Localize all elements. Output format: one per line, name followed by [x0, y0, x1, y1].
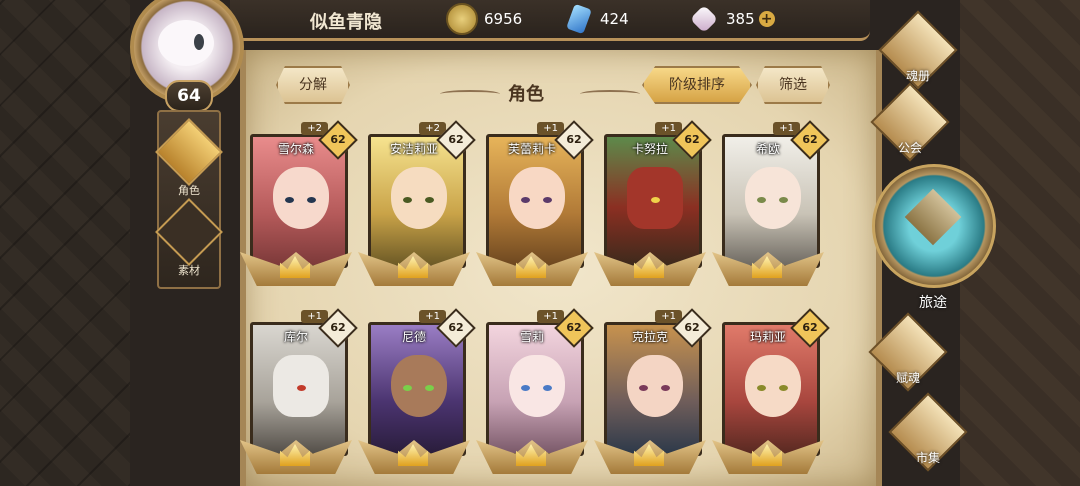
soulbook-button[interactable]: 魂册 [876, 10, 960, 90]
hero-face [745, 355, 801, 417]
white-crystal-icon [689, 4, 719, 34]
market-label: 市集 [915, 451, 940, 465]
white-crystal-value: 385 [726, 10, 755, 28]
avatar-portrait [158, 20, 214, 66]
guild-label: 公会 [897, 141, 922, 155]
hero-card[interactable]: 玛莉亚 62 [712, 308, 830, 474]
hero-eye [779, 385, 788, 391]
hero-card[interactable]: 克拉克 +1 62 [594, 308, 712, 474]
hero-level: 62 [684, 133, 700, 146]
hero-card[interactable]: 芙蕾莉卡 +1 62 [476, 120, 594, 286]
hero-eye [661, 385, 670, 391]
add-crystal-button[interactable]: + [758, 11, 775, 27]
journey-icon [904, 188, 962, 246]
tab-material[interactable]: 素材 [155, 198, 223, 277]
hero-card[interactable]: 雪莉 +1 62 [476, 308, 594, 474]
hero-face [627, 355, 683, 417]
hero-eye [403, 385, 412, 391]
material-icon [155, 198, 223, 266]
sort-by-rank-button[interactable]: 阶级排序 [642, 66, 752, 104]
hero-eye [521, 197, 530, 203]
hero-eye [543, 197, 552, 203]
talent-label: 赋魂 [895, 371, 920, 385]
gold-resource[interactable]: 6956 [446, 3, 523, 35]
player-level-badge: 64 [165, 80, 213, 112]
tab-character[interactable]: 角色 [155, 118, 223, 197]
title-ornament-left [440, 90, 500, 98]
white-crystal-resource[interactable]: 385 + [689, 4, 775, 34]
hero-face [391, 167, 447, 229]
top-resource-bar: 似鱼青隐 6956 424 385 + [230, 0, 870, 41]
blue-crystal-icon [566, 3, 592, 35]
hero-eye [425, 385, 434, 391]
hero-eye [425, 197, 434, 203]
hero-level: 62 [684, 321, 700, 334]
left-border-decor [0, 0, 130, 486]
hero-eye [651, 197, 660, 203]
hero-level: 62 [566, 321, 582, 334]
avatar-eye [194, 34, 204, 50]
hero-eye [307, 197, 316, 203]
hero-level: 62 [448, 321, 464, 334]
hero-eye [285, 197, 294, 203]
market-button[interactable]: 市集 [886, 392, 970, 472]
hero-card[interactable]: 安洁莉亚 +2 62 [358, 120, 476, 286]
journey-label: 旅途 [919, 295, 947, 311]
hero-level: 62 [802, 321, 818, 334]
character-icon [155, 118, 223, 186]
hero-eye [543, 385, 552, 391]
player-name: 似鱼青隐 [310, 12, 382, 33]
gold-value: 6956 [484, 10, 523, 28]
hero-level: 62 [330, 133, 346, 146]
hero-eye [757, 385, 766, 391]
filter-button[interactable]: 筛选 [756, 66, 830, 104]
page-title: 角色 [508, 84, 544, 105]
hero-eye [521, 385, 530, 391]
hero-card[interactable]: 雪尔森 +2 62 [240, 120, 358, 286]
blue-crystal-resource[interactable]: 424 [566, 3, 629, 35]
journey-button[interactable] [872, 164, 996, 288]
hero-face [745, 167, 801, 229]
hero-eye [403, 197, 412, 203]
hero-eye [297, 385, 306, 391]
hero-card[interactable]: 希欧 +1 62 [712, 120, 830, 286]
hero-face [391, 355, 447, 417]
hero-eye [639, 385, 648, 391]
hero-face [273, 167, 329, 229]
hero-face [509, 167, 565, 229]
decompose-button[interactable]: 分解 [276, 66, 350, 104]
hero-face [509, 355, 565, 417]
hero-card[interactable]: 尼德 +1 62 [358, 308, 476, 474]
hero-card[interactable]: 卡努拉 +1 62 [594, 120, 712, 286]
hero-level: 62 [330, 321, 346, 334]
talent-button[interactable]: 赋魂 [866, 312, 950, 392]
guild-button[interactable]: 公会 [868, 82, 952, 162]
hero-level: 62 [448, 133, 464, 146]
category-tabs: 角色 素材 [155, 110, 223, 289]
hero-eye [779, 197, 788, 203]
blue-crystal-value: 424 [600, 10, 629, 28]
hero-card[interactable]: 库尔 +1 62 [240, 308, 358, 474]
hero-level: 62 [566, 133, 582, 146]
soulbook-label: 魂册 [905, 69, 930, 83]
hero-eye [757, 197, 766, 203]
gold-coin-icon [446, 3, 478, 35]
hero-level: 62 [802, 133, 818, 146]
title-ornament-right [580, 90, 640, 98]
